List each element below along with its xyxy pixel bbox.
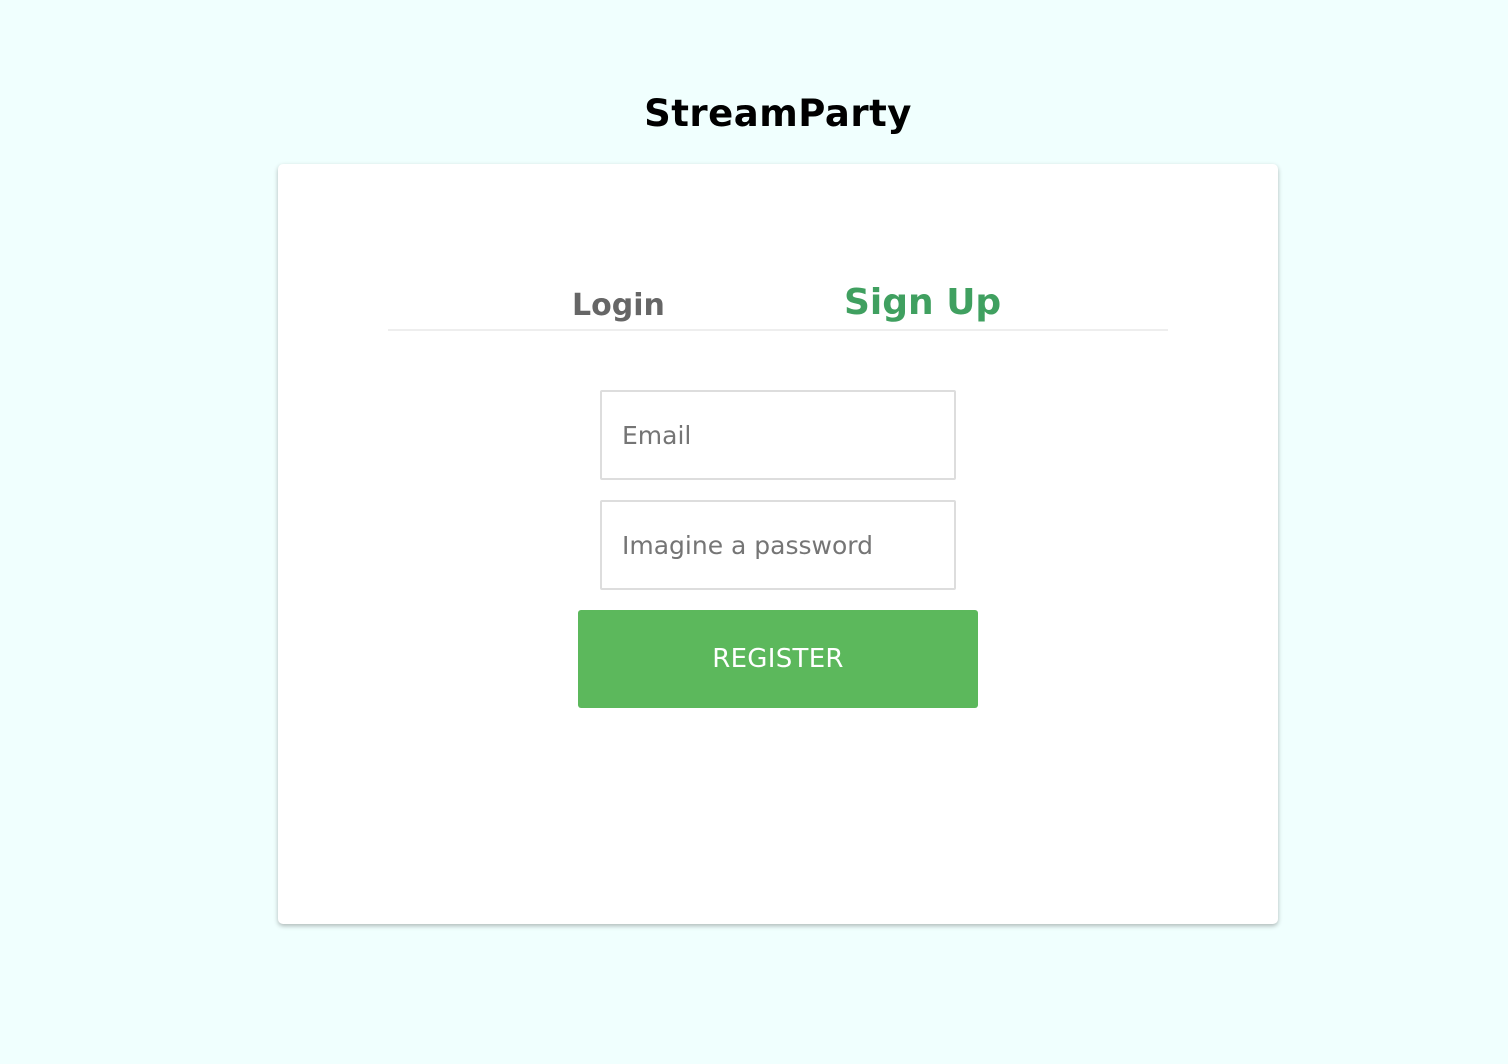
- email-field[interactable]: [600, 390, 956, 480]
- auth-card: Login Sign Up REGISTER: [278, 164, 1278, 924]
- register-button[interactable]: REGISTER: [578, 610, 978, 708]
- tab-signup[interactable]: Sign Up: [844, 282, 1001, 323]
- password-field[interactable]: [600, 500, 956, 590]
- tab-login[interactable]: Login: [572, 288, 665, 323]
- auth-tabs: Login Sign Up: [388, 274, 1168, 331]
- app-title: StreamParty: [644, 92, 912, 135]
